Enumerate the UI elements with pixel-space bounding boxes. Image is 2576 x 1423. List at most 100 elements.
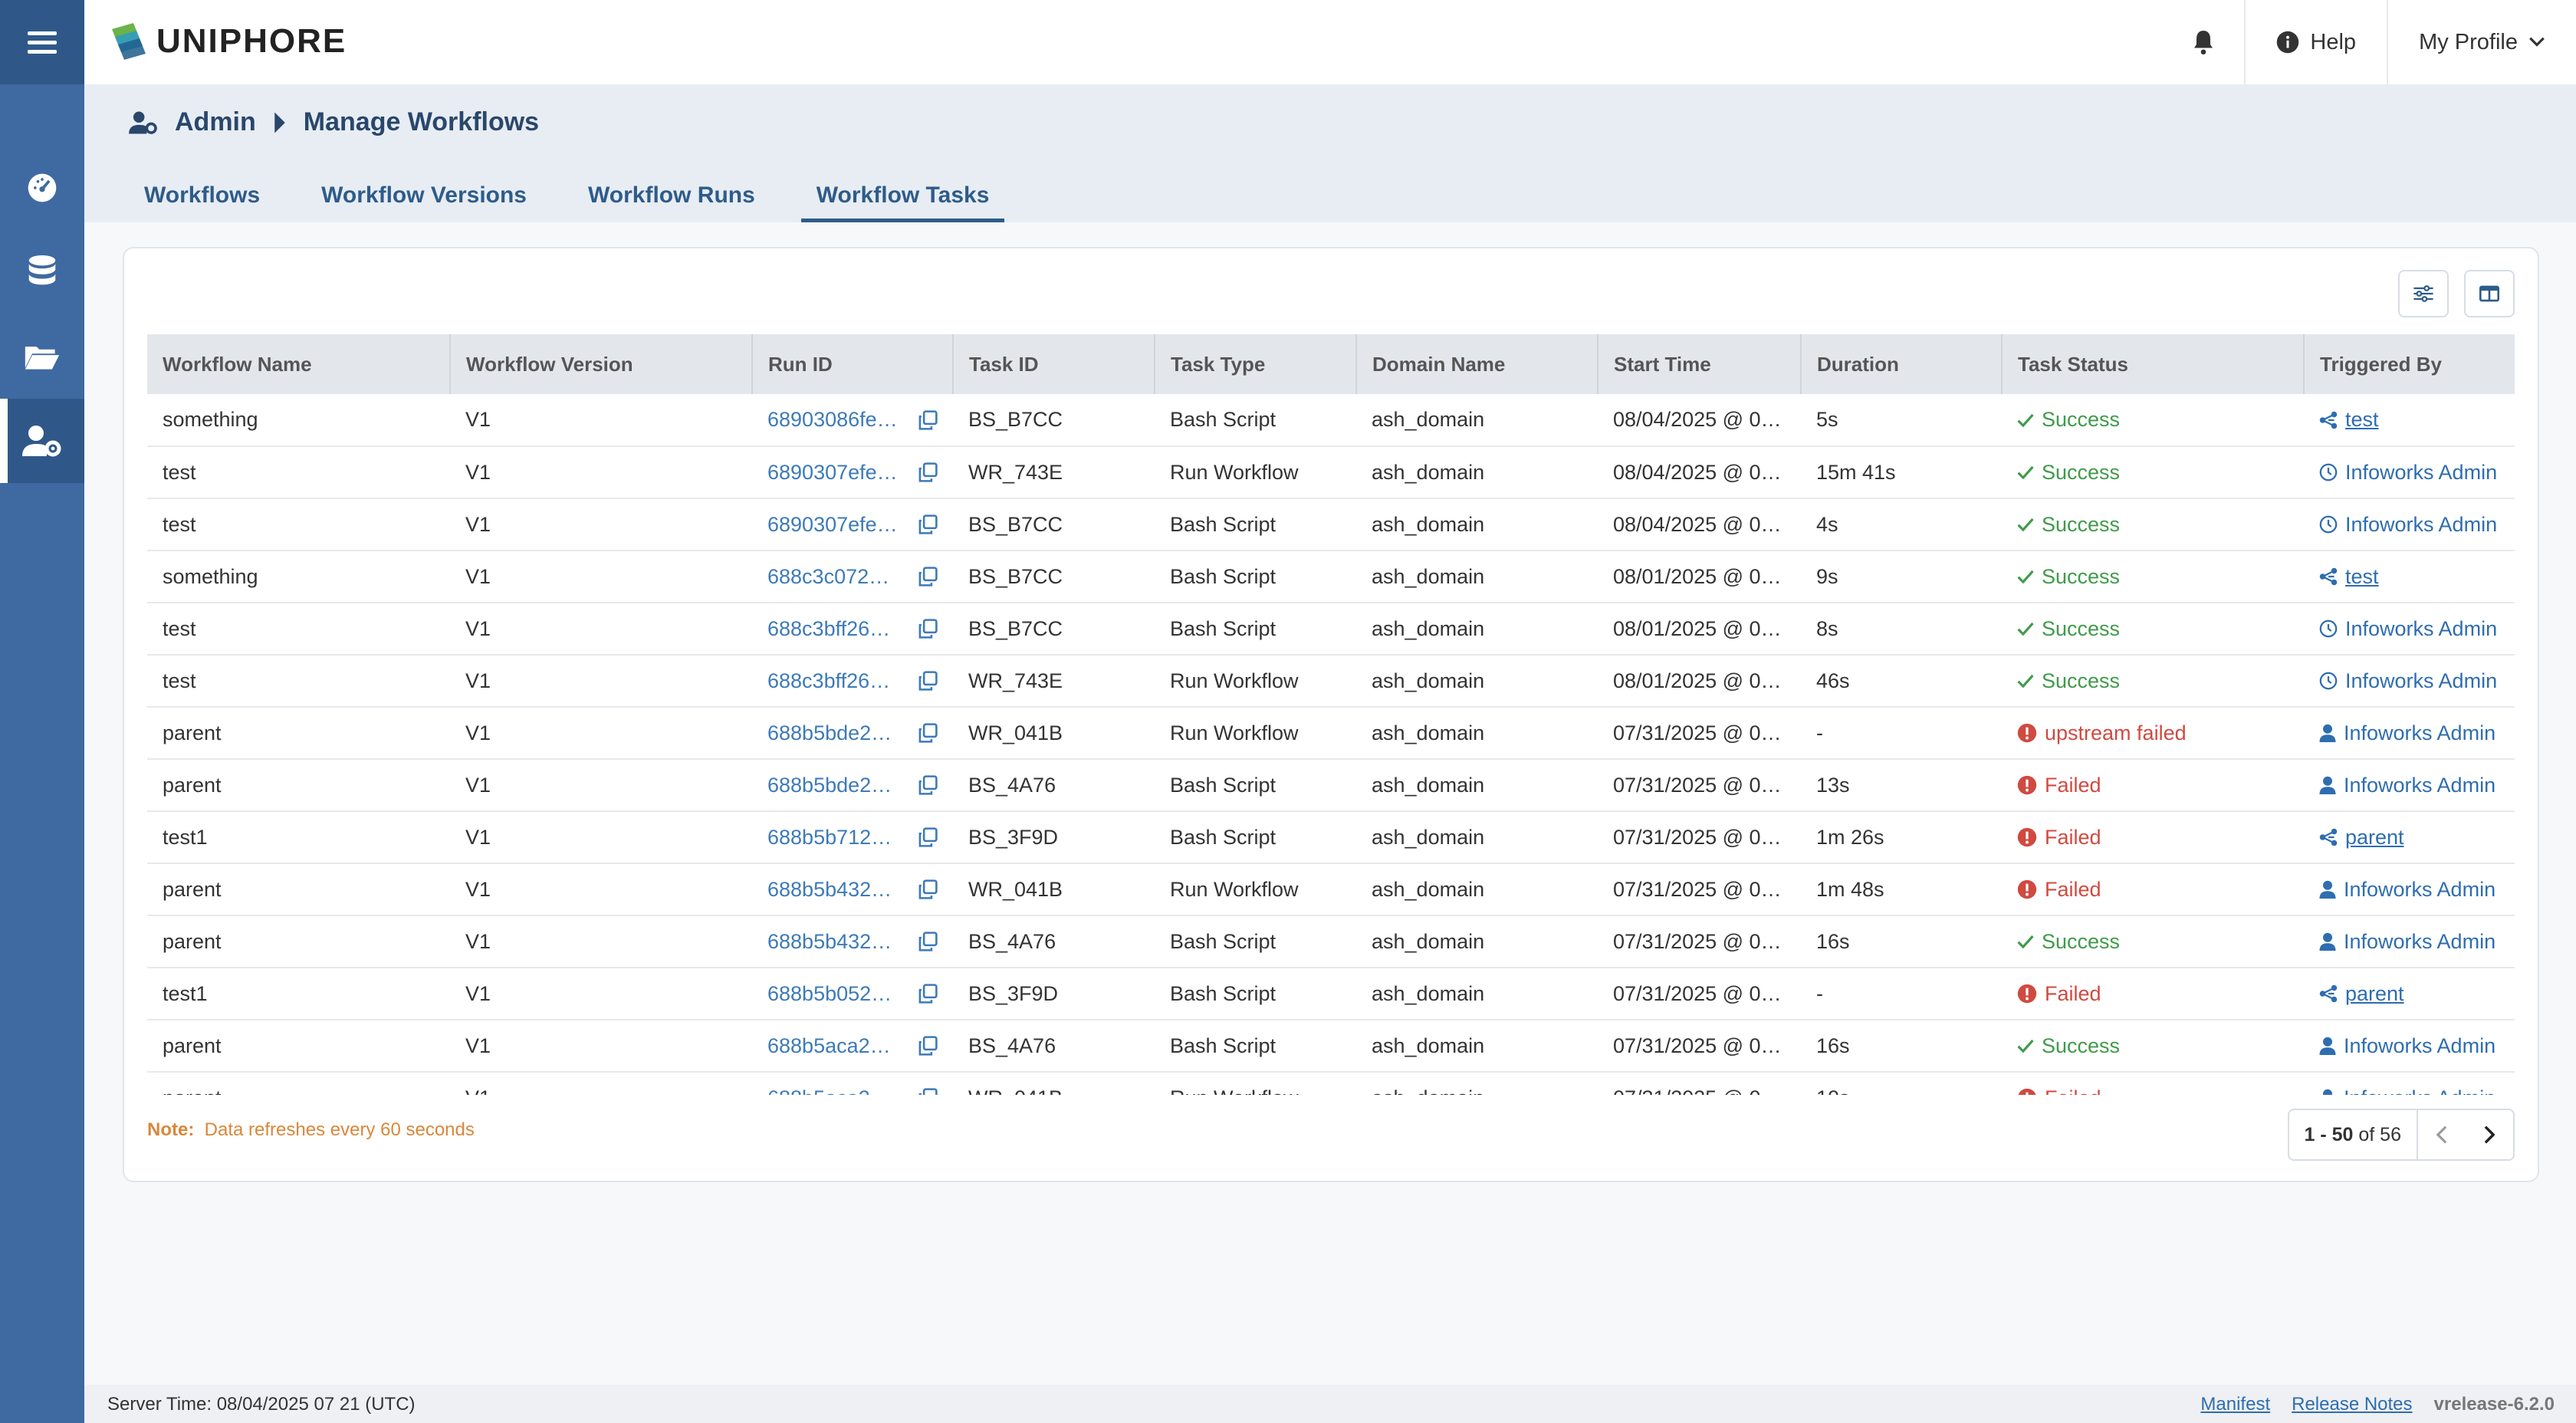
cell-start-time: 08/04/2025 @ 0…	[1613, 512, 1782, 536]
table-row[interactable]: parentV1 688b5aca2… WR_041BRun Workflowash…	[147, 1072, 2515, 1095]
run-id-link[interactable]: 688b5aca2…	[767, 1034, 898, 1058]
copy-icon[interactable]	[918, 671, 938, 691]
table-row[interactable]: parent V1 688b5bde2… WR_041B Run Workflow ash…	[147, 707, 2515, 759]
cell-task-id: WR_743E	[968, 460, 1063, 484]
filter-settings-button[interactable]	[2398, 270, 2449, 317]
col-triggered-by[interactable]: Triggered By	[2303, 334, 2515, 394]
run-id-link[interactable]: 68903086fe…	[767, 408, 898, 432]
menu-button[interactable]	[0, 0, 84, 84]
nav-folders[interactable]	[0, 314, 84, 399]
table-row[interactable]: parent V1 688b5b432… BS_4A76 Bash Script ash_…	[147, 915, 2515, 968]
col-task-status[interactable]: Task Status	[2001, 334, 2304, 394]
col-duration[interactable]: Duration	[1800, 334, 2002, 394]
col-domain-name[interactable]: Domain Name	[1355, 334, 1598, 394]
run-id-link[interactable]: 688c3bff26…	[767, 617, 898, 641]
cell-domain-name: ash_domain	[1372, 721, 1485, 744]
run-id-link[interactable]: 688b5b052…	[767, 982, 898, 1006]
copy-icon[interactable]	[918, 723, 938, 743]
chevron-right-icon	[2484, 1126, 2495, 1144]
run-id-link[interactable]: 688b5b432…	[767, 878, 898, 902]
page-total: of 56	[2358, 1124, 2401, 1145]
cell-task-id: BS_B7CC	[968, 408, 1063, 431]
triggered-by-link[interactable]: Infoworks Admin	[2344, 721, 2496, 745]
tab-bar: Workflows Workflow Versions Workflow Run…	[129, 169, 1035, 222]
profile-menu[interactable]: My Profile	[2387, 0, 2576, 84]
run-id-link[interactable]: 688c3bff26…	[767, 669, 898, 693]
triggered-by-link[interactable]: Infoworks Admin	[2344, 774, 2496, 797]
copy-icon[interactable]	[918, 879, 938, 899]
columns-toggle-button[interactable]	[2464, 270, 2515, 317]
table-row[interactable]: something V1 688c3c0726… BS_B7CC Bash Script…	[147, 550, 2515, 603]
col-workflow-version[interactable]: Workflow Version	[449, 334, 752, 394]
triggered-by-link[interactable]: parent	[2345, 826, 2404, 850]
cell-task-id: BS_B7CC	[968, 616, 1063, 640]
copy-icon[interactable]	[918, 619, 938, 639]
triggered-by-link[interactable]: Infoworks Admin	[2345, 669, 2497, 693]
col-start-time[interactable]: Start Time	[1597, 334, 1801, 394]
triggered-by-link[interactable]: parent	[2345, 982, 2404, 1006]
triggered-by-link[interactable]: Infoworks Admin	[2345, 461, 2497, 485]
run-id-link[interactable]: 688b5bde2…	[767, 774, 898, 797]
prev-page-button[interactable]	[2418, 1110, 2466, 1159]
copy-icon[interactable]	[918, 409, 938, 430]
cell-duration: 16s	[1816, 1034, 1850, 1057]
help-button[interactable]: Help	[2244, 0, 2387, 84]
table-row[interactable]: test1 V1 688b5b052… BS_3F9D Bash Script ash_d…	[147, 968, 2515, 1020]
notifications-button[interactable]	[2163, 0, 2244, 84]
copy-icon[interactable]	[918, 932, 938, 951]
triggered-by-link[interactable]: Infoworks Admin	[2344, 1034, 2496, 1058]
table-row[interactable]: parent V1 688b5b432… WR_041B Run Workflow ash…	[147, 863, 2515, 915]
tab-workflow-tasks[interactable]: Workflow Tasks	[800, 169, 1005, 222]
copy-icon[interactable]	[918, 567, 938, 587]
table-row[interactable]: parent V1 688b5bde2… BS_4A76 Bash Script ash_…	[147, 759, 2515, 811]
table-row[interactable]: test V1 688c3bff26… WR_743E Run Workflow ash_…	[147, 655, 2515, 707]
run-id-link[interactable]: 6890307efe…	[767, 461, 898, 485]
cell-domain-name: ash_domain	[1372, 564, 1485, 588]
triggered-by-link[interactable]: Infoworks Admin	[2345, 617, 2497, 641]
nav-data[interactable]	[0, 230, 84, 314]
run-id-link[interactable]: 688b5b432…	[767, 930, 898, 954]
table-row[interactable]: something V1 68903086fe… BS_B7CC Bash Script…	[147, 394, 2515, 446]
nav-dashboard[interactable]	[0, 146, 84, 230]
triggered-by-link[interactable]: Infoworks Admin	[2344, 1086, 2496, 1096]
copy-icon[interactable]	[918, 1088, 938, 1095]
table-row[interactable]: test V1 6890307efe… BS_B7CC Bash Script ash_d…	[147, 498, 2515, 550]
manifest-link[interactable]: Manifest	[2200, 1394, 2270, 1415]
next-page-button[interactable]	[2466, 1110, 2513, 1159]
triggered-by-link[interactable]: test	[2345, 565, 2379, 589]
table-row[interactable]: parent V1 688b5aca2… BS_4A76 Bash Script ash_…	[147, 1020, 2515, 1072]
table-row[interactable]: test V1 6890307efe… WR_743E Run Workflow ash_…	[147, 446, 2515, 498]
run-id-link[interactable]: 6890307efe…	[767, 513, 898, 537]
tab-workflows[interactable]: Workflows	[129, 169, 275, 222]
tab-workflow-runs[interactable]: Workflow Runs	[573, 169, 770, 222]
run-id-link[interactable]: 688c3c0726…	[767, 565, 898, 589]
tab-workflow-versions[interactable]: Workflow Versions	[306, 169, 542, 222]
cell-duration: -	[1816, 721, 1823, 744]
copy-icon[interactable]	[918, 827, 938, 847]
triggered-by-link[interactable]: Infoworks Admin	[2344, 930, 2496, 954]
user-icon	[2319, 880, 2336, 899]
triggered-by-link[interactable]: Infoworks Admin	[2345, 513, 2497, 537]
col-task-id[interactable]: Task ID	[952, 334, 1155, 394]
copy-icon[interactable]	[918, 984, 938, 1004]
copy-icon[interactable]	[918, 514, 938, 534]
col-task-type[interactable]: Task Type	[1154, 334, 1356, 394]
brand-logo[interactable]: UNIPHORE	[106, 20, 347, 63]
release-notes-link[interactable]: Release Notes	[2292, 1394, 2412, 1415]
copy-icon[interactable]	[918, 1036, 938, 1056]
run-id-link[interactable]: 688b5aca2…	[767, 1086, 898, 1096]
cell-task-type: Bash Script	[1170, 616, 1276, 640]
table-row[interactable]: test V1 688c3bff26… BS_B7CC Bash Script ash_d…	[147, 603, 2515, 655]
triggered-by-link[interactable]: test	[2345, 408, 2379, 432]
run-id-link[interactable]: 688b5b712…	[767, 826, 898, 850]
nav-admin[interactable]	[0, 399, 84, 483]
copy-icon[interactable]	[918, 462, 938, 482]
copy-icon[interactable]	[918, 775, 938, 795]
breadcrumb-admin[interactable]: Admin	[175, 107, 256, 137]
col-workflow-name[interactable]: Workflow Name	[147, 334, 450, 394]
col-run-id[interactable]: Run ID	[751, 334, 953, 394]
table-row[interactable]: test1 V1 688b5b712… BS_3F9D Bash Script ash_d…	[147, 811, 2515, 863]
sliders-icon	[2413, 285, 2433, 302]
triggered-by-link[interactable]: Infoworks Admin	[2344, 878, 2496, 902]
run-id-link[interactable]: 688b5bde2…	[767, 721, 898, 745]
